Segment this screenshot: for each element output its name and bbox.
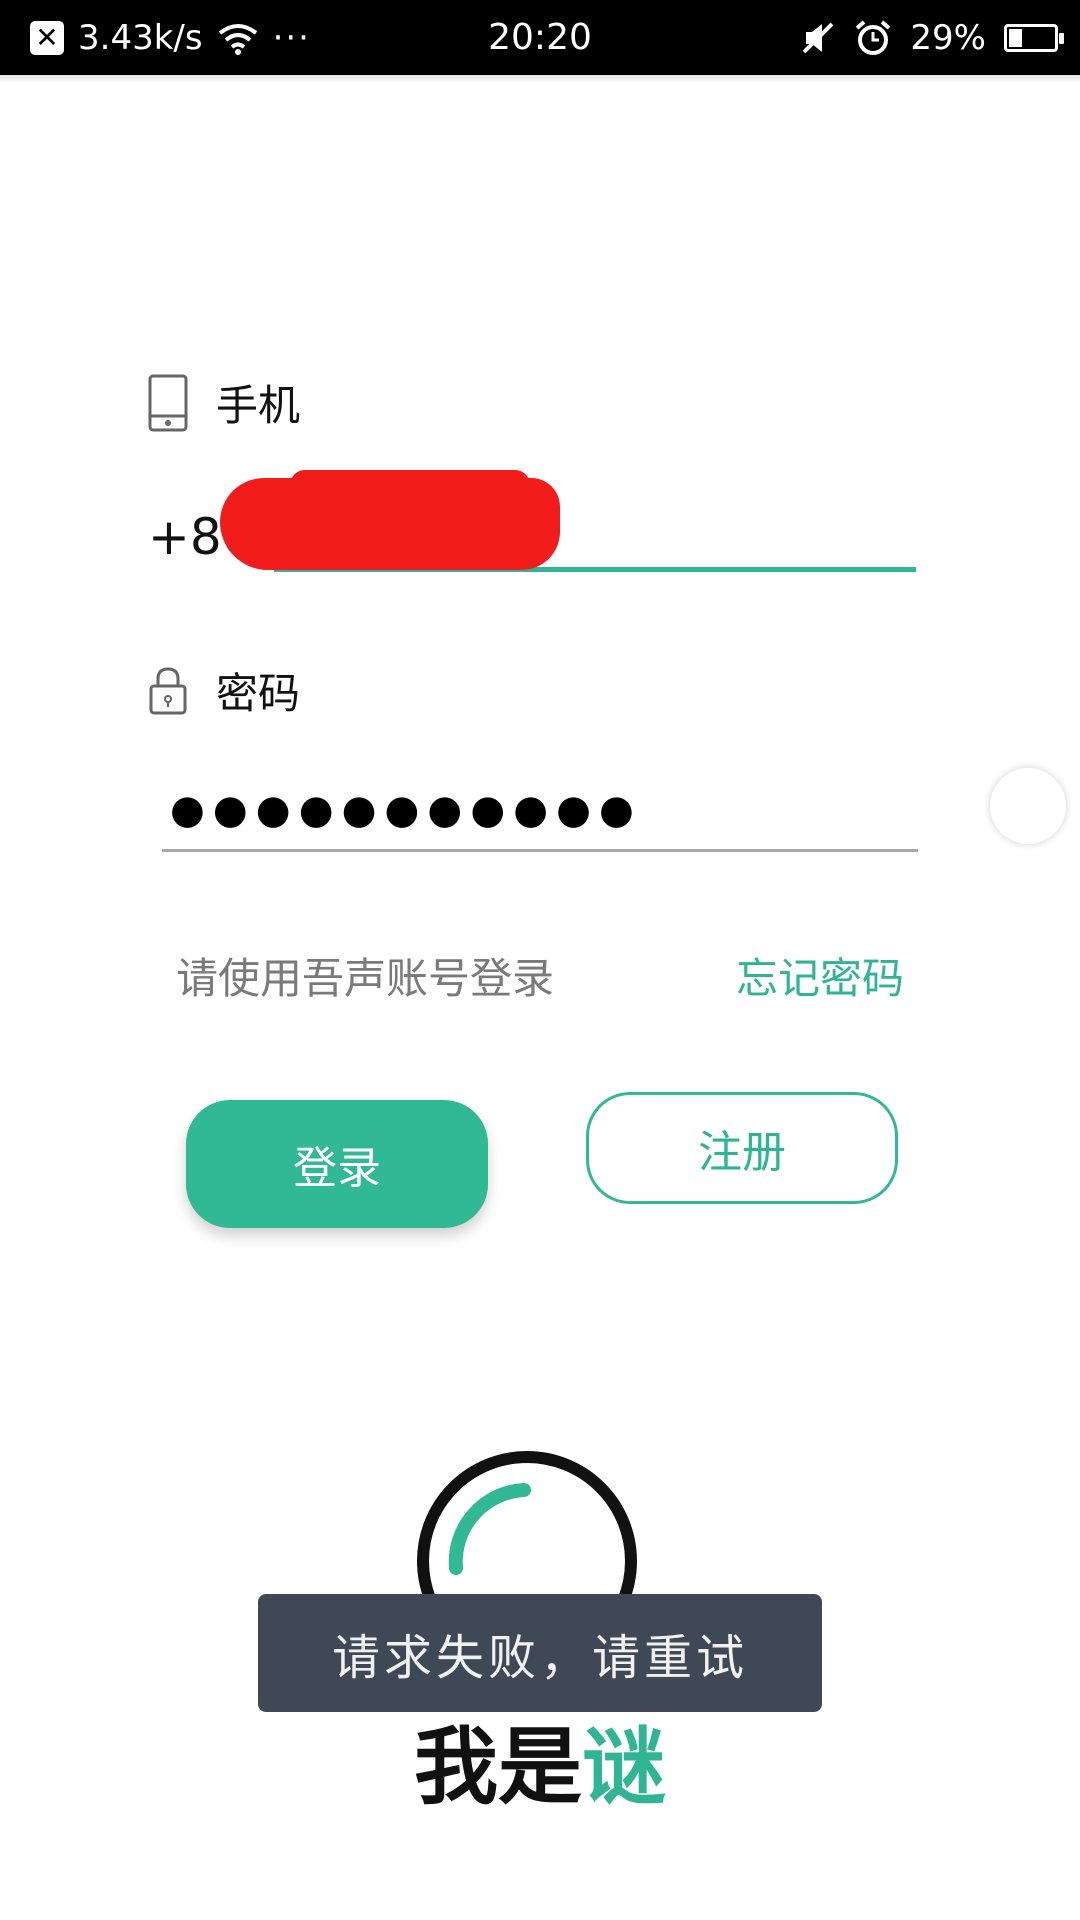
login-button[interactable]: 登录 xyxy=(186,1100,488,1228)
status-left: ✕ 3.43k/s ··· xyxy=(30,0,311,75)
password-label: 密码 xyxy=(216,669,301,718)
login-hint: 请使用吾声账号登录 xyxy=(176,954,555,1003)
status-bar: ✕ 3.43k/s ··· 20:20 29% xyxy=(0,0,1080,75)
brand-text-part2: 谜 xyxy=(582,1718,667,1816)
mute-icon xyxy=(803,22,834,53)
brand-text-part1: 我是 xyxy=(413,1718,582,1816)
floating-assist-button[interactable] xyxy=(990,768,1066,844)
phone-label: 手机 xyxy=(216,381,301,430)
redaction-mark xyxy=(220,478,560,570)
notification-x-icon: ✕ xyxy=(30,20,64,55)
forgot-password-link[interactable]: 忘记密码 xyxy=(736,945,904,1006)
register-button[interactable]: 注册 xyxy=(586,1092,898,1204)
alarm-icon xyxy=(856,19,891,55)
battery-icon xyxy=(1004,23,1064,52)
phone-icon xyxy=(148,374,188,431)
phone-label-row: 手机 xyxy=(148,372,300,433)
network-speed: 3.43k/s xyxy=(78,17,203,58)
more-notifications-icon: ··· xyxy=(272,17,311,58)
error-toast: 请求失败，请重试 xyxy=(258,1594,822,1712)
battery-percent: 29% xyxy=(910,17,986,58)
password-input[interactable] xyxy=(162,780,918,852)
brand-logo: 我是谜 xyxy=(0,1700,1080,1821)
toolbar-shadow xyxy=(0,75,1080,83)
password-label-row: 密码 xyxy=(148,660,300,721)
wifi-icon xyxy=(218,23,257,55)
status-right: 29% xyxy=(800,0,1064,75)
lock-icon xyxy=(149,666,187,714)
